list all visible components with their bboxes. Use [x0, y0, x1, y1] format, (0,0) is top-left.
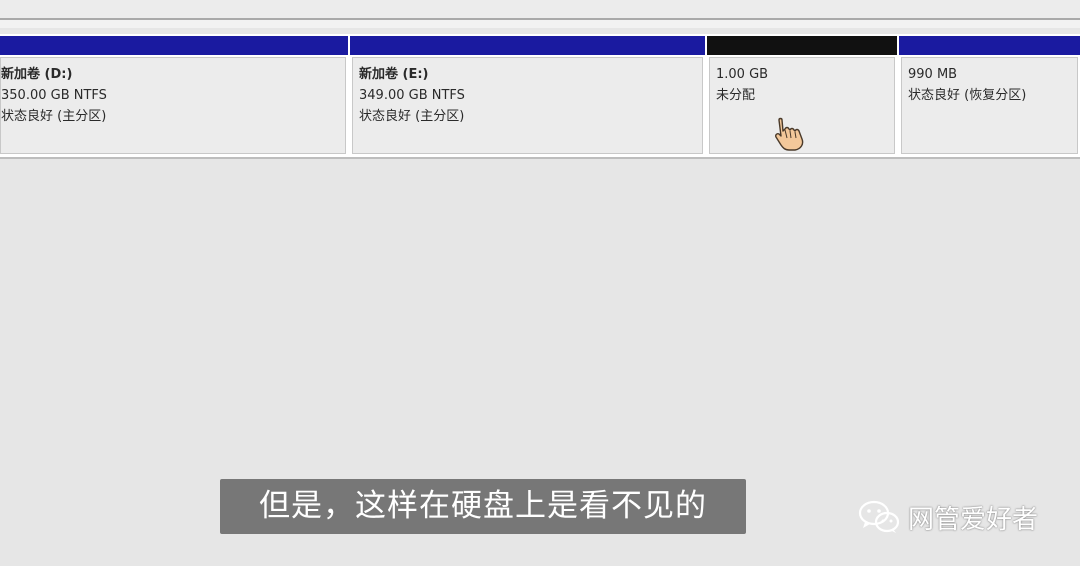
partition-d-body[interactable]: 新加卷 (D:) 350.00 GB NTFS 状态良好 (主分区) — [0, 57, 346, 154]
video-subtitle: 但是，这样在硬盘上是看不见的 — [220, 479, 746, 534]
wechat-icon — [858, 500, 900, 533]
partition-e-bar — [350, 36, 705, 55]
partition-name: 新加卷 (D:) — [1, 67, 73, 82]
partition-recovery[interactable]: 990 MB 状态良好 (恢复分区) — [899, 34, 1080, 158]
partition-status: 未分配 — [716, 88, 756, 103]
partition-e[interactable]: 新加卷 (E:) 349.00 GB NTFS 状态良好 (主分区) — [350, 34, 705, 158]
partition-recovery-body[interactable]: 990 MB 状态良好 (恢复分区) — [901, 57, 1078, 154]
partition-size: 990 MB — [908, 67, 958, 82]
partition-size: 349.00 GB NTFS — [359, 88, 465, 103]
partition-d-bar — [0, 36, 348, 55]
partition-e-body[interactable]: 新加卷 (E:) 349.00 GB NTFS 状态良好 (主分区) — [352, 57, 703, 154]
disk-partition-row: 新加卷 (D:) 350.00 GB NTFS 状态良好 (主分区) 新加卷 (… — [0, 34, 1080, 158]
hand-pointer-icon — [775, 117, 804, 151]
window-top-strip-inner — [0, 20, 1080, 28]
partition-status: 状态良好 (主分区) — [359, 109, 465, 124]
partition-status: 状态良好 (主分区) — [1, 109, 107, 124]
partition-name: 新加卷 (E:) — [359, 67, 429, 82]
window-top-strip — [0, 0, 1080, 20]
watermark-text: 网管爱好者 — [908, 504, 1039, 535]
watermark: 网管爱好者 — [858, 497, 1038, 537]
partition-status: 状态良好 (恢复分区) — [908, 88, 1027, 103]
disk-row-divider — [0, 157, 1080, 159]
partition-unallocated-bar — [707, 36, 897, 55]
partition-size: 350.00 GB NTFS — [1, 88, 107, 103]
partition-size: 1.00 GB — [716, 67, 769, 82]
partition-recovery-bar — [899, 36, 1080, 55]
partition-d[interactable]: 新加卷 (D:) 350.00 GB NTFS 状态良好 (主分区) — [0, 34, 348, 158]
